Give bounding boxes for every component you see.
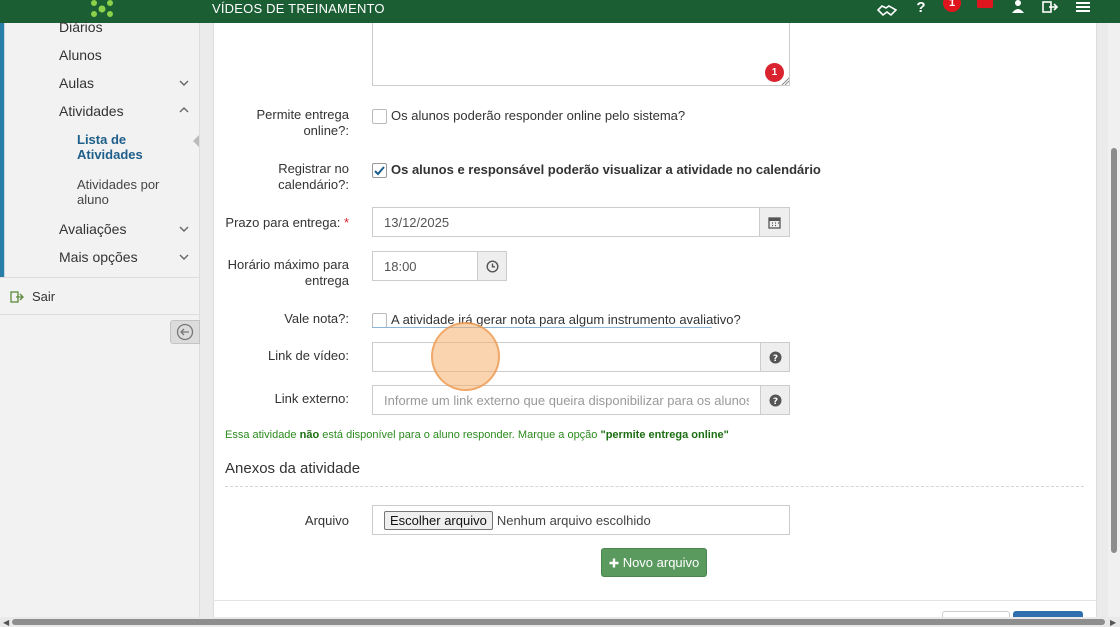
focus-underline [372, 327, 712, 328]
menu-icon[interactable] [1076, 0, 1090, 17]
horizontal-scrollbar[interactable]: ◀ ▶ [0, 617, 1120, 627]
plus-icon [609, 558, 619, 567]
sidebar-logout[interactable]: Sair [10, 289, 55, 304]
sidebar-subitem-atividades-por-aluno[interactable]: Atividades por aluno [77, 177, 177, 207]
user-icon[interactable] [1011, 0, 1025, 16]
attachments-section-title: Anexos da atividade [225, 460, 361, 477]
top-navbar: VÍDEOS DE TREINAMENTO ? 1 [0, 0, 1120, 23]
registrar-calendario-text: Os alunos e responsável poderão visualiz… [391, 162, 821, 177]
handshake-icon[interactable] [876, 0, 898, 20]
link-externo-help-button[interactable]: ? [760, 385, 790, 415]
sidebar-divider [0, 314, 200, 315]
choose-file-button[interactable]: Escolher arquivo [384, 510, 493, 530]
vertical-scrollbar-thumb[interactable] [1111, 148, 1117, 553]
prazo-entrega-label: Prazo para entrega: * [209, 215, 349, 231]
sidebar: Diários Alunos Aulas Atividades Lista de… [0, 19, 200, 617]
resize-handle-icon[interactable] [781, 77, 789, 85]
link-externo-label: Link externo: [274, 391, 349, 406]
mail-icon[interactable] [977, 0, 993, 8]
sidebar-item-mais-opcoes[interactable]: Mais opções [59, 249, 138, 265]
notice-prefix: Essa atividade [225, 429, 300, 441]
arrow-left-circle-icon [176, 323, 194, 341]
new-file-button[interactable]: Novo arquivo [601, 548, 707, 577]
file-status-text: Nenhum arquivo escolhido [496, 512, 651, 528]
notice-emphasis: não [299, 429, 320, 441]
chevron-down-icon[interactable] [178, 223, 190, 235]
notice-option: "permite entrega online" [600, 429, 729, 441]
new-file-label: Novo arquivo [622, 555, 700, 570]
chevron-down-icon[interactable] [178, 77, 190, 89]
horizontal-scrollbar-thumb[interactable] [12, 619, 1105, 625]
cursor-highlight [431, 322, 500, 391]
sidebar-item-avaliacoes[interactable]: Avaliações [59, 221, 126, 237]
sidebar-item-diarios[interactable]: Diários [59, 19, 103, 35]
collapse-sidebar-button[interactable] [170, 320, 200, 344]
link-video-help-button[interactable]: ? [760, 342, 790, 372]
sidebar-divider [0, 277, 200, 278]
calendar-icon [768, 216, 781, 229]
question-circle-icon: ? [769, 394, 781, 407]
file-label: Arquivo [304, 513, 349, 528]
notification-badge[interactable]: 1 [943, 0, 961, 12]
app-logo-icon[interactable] [82, 0, 122, 21]
chevron-up-icon[interactable] [178, 104, 190, 116]
permite-entrega-text: Os alunos poderão responder online pelo … [391, 108, 686, 123]
section-divider [225, 486, 1084, 487]
required-mark: * [343, 215, 349, 230]
prazo-label-text: Prazo para entrega: [225, 215, 341, 230]
calendar-button[interactable] [759, 207, 790, 237]
vale-nota-label: Vale nota?: [284, 311, 349, 326]
link-externo-input[interactable] [372, 385, 761, 415]
horario-maximo-input[interactable] [372, 251, 478, 281]
scroll-left-icon[interactable]: ◀ [3, 618, 9, 627]
logout-icon[interactable] [1042, 0, 1058, 17]
scroll-right-icon[interactable]: ▶ [1110, 618, 1116, 627]
sidebar-item-aulas[interactable]: Aulas [59, 75, 94, 91]
help-icon[interactable]: ? [914, 0, 928, 17]
active-caret-icon [193, 135, 199, 147]
permite-entrega-checkbox[interactable] [372, 109, 387, 124]
sidebar-subitem-lista-atividades[interactable]: Lista de Atividades [77, 132, 167, 162]
question-circle-icon: ? [769, 351, 781, 364]
chevron-down-icon[interactable] [178, 251, 190, 263]
checkmark-icon [374, 166, 385, 176]
page-title: VÍDEOS DE TREINAMENTO [212, 1, 385, 16]
svg-text:?: ? [772, 354, 777, 364]
logout-label: Sair [32, 289, 56, 304]
vale-nota-checkbox[interactable] [372, 313, 387, 328]
prazo-entrega-input[interactable] [372, 207, 760, 237]
registrar-calendario-checkbox[interactable] [372, 163, 387, 178]
footer-divider [213, 600, 1097, 601]
sidebar-item-alunos[interactable]: Alunos [59, 47, 102, 63]
permite-entrega-label: Permite entrega online?: [256, 107, 350, 138]
link-video-label: Link de vídeo: [268, 348, 349, 363]
clock-icon [485, 259, 499, 273]
file-input[interactable]: Escolher arquivo Nenhum arquivo escolhid… [372, 505, 790, 535]
vertical-scrollbar[interactable] [1108, 23, 1120, 617]
sidebar-item-atividades[interactable]: Atividades [59, 103, 124, 119]
notice-middle: está disponível para o aluno responder. … [319, 429, 601, 441]
availability-notice: Essa atividade não está disponível para … [225, 429, 729, 441]
registrar-calendario-label: Registrar no calendário?: [278, 161, 349, 192]
clock-button[interactable] [477, 251, 507, 281]
description-textarea[interactable] [372, 23, 790, 86]
svg-text:?: ? [772, 397, 777, 407]
sign-out-icon [10, 290, 24, 303]
vale-nota-text: A atividade irá gerar nota para algum in… [391, 312, 741, 327]
horario-maximo-label: Horário máximo para entrega [227, 257, 349, 288]
